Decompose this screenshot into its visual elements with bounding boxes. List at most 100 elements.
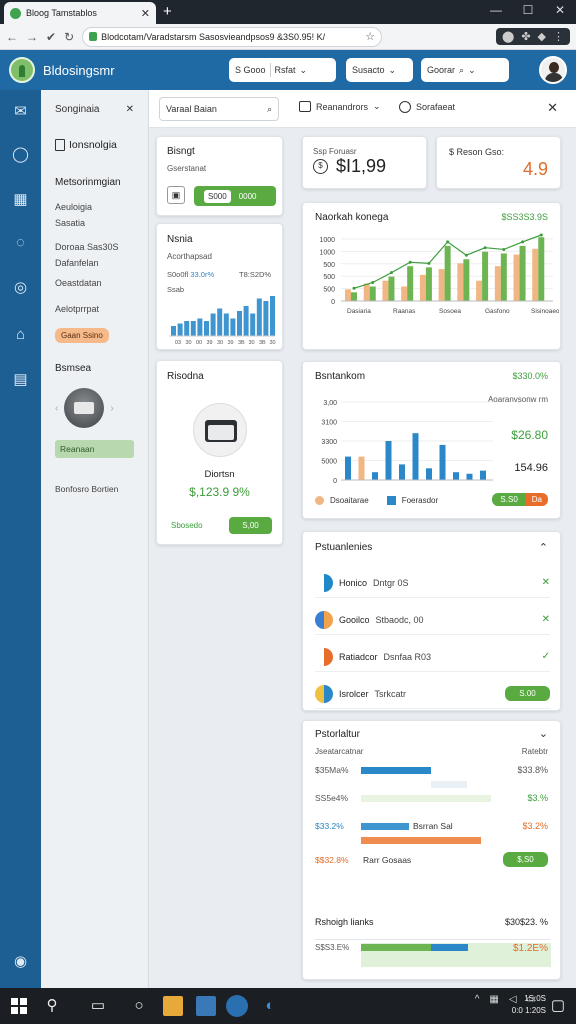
search-icon[interactable]: ⚲: [42, 996, 62, 1016]
close-icon[interactable]: ✕: [126, 104, 134, 115]
chart-2-ytick: 0: [333, 478, 337, 485]
shield-icon[interactable]: ◆: [538, 30, 546, 43]
table-row-right: $3.2%: [522, 821, 548, 831]
bookmark-star-icon[interactable]: ☆: [365, 30, 375, 43]
cortana-icon[interactable]: ○: [129, 996, 149, 1016]
app-logo-icon[interactable]: [9, 57, 35, 83]
maximize-button[interactable]: ☐: [512, 0, 544, 22]
side-doc-item[interactable]: Ionsnolgia: [55, 139, 134, 151]
header-select-3[interactable]: Goorar ⌕ ⌄: [421, 58, 509, 82]
chart-1-ytick: 1000: [319, 237, 335, 244]
side-sub-item[interactable]: Aelotprrpat: [55, 304, 134, 314]
side-item[interactable]: Sasatia: [55, 218, 134, 228]
clock[interactable]: 1S:0S 0:0 1:20S: [512, 993, 546, 1017]
url-field[interactable]: Blodcotam/Varadstarsm Sasosvieandpsos9 &…: [82, 26, 383, 47]
toolbar-dropdown-1[interactable]: Reanandrors ⌄: [299, 101, 381, 112]
message-icon[interactable]: ◌: [11, 233, 30, 252]
mania-card: Nsnia Acorthapsad S0o0fl 33.0r% T8:S2D% …: [156, 223, 283, 350]
chart-2-toggle[interactable]: S.S0 Da: [492, 493, 548, 506]
list-item[interactable]: Isrolcer Tsrkcatr S.00: [315, 679, 550, 709]
side-footer-link[interactable]: Bonfosro Bortien: [55, 484, 134, 494]
dismiss-icon[interactable]: ✓: [542, 651, 550, 662]
user-avatar[interactable]: [539, 56, 567, 84]
chart-2-toggle-a[interactable]: S.S0: [492, 493, 526, 506]
store-icon[interactable]: [196, 996, 216, 1016]
notifications-icon[interactable]: ▢: [548, 996, 568, 1016]
chart-1-legend-label: Sisinoaeo: [531, 308, 559, 315]
close-icon[interactable]: ✕: [547, 100, 558, 116]
budget-toggle[interactable]: S000 0000: [194, 186, 276, 206]
chevron-up-icon[interactable]: ^: [475, 994, 480, 1005]
product-image[interactable]: [193, 403, 247, 457]
extension-icon[interactable]: ⬤: [502, 30, 514, 43]
header-select-1[interactable]: S Gooo Rsfat ⌄: [229, 58, 336, 82]
browser-icon[interactable]: [226, 995, 248, 1017]
chevron-up-icon[interactable]: ⌃: [539, 541, 548, 554]
list-item[interactable]: Honico Dntgr 0S ✕: [315, 568, 550, 598]
side-green-label[interactable]: Reanaan: [55, 440, 134, 458]
support-icon[interactable]: ◎: [11, 278, 30, 297]
check-icon[interactable]: ✔: [46, 30, 56, 44]
mania-axis-label: 30: [270, 340, 276, 346]
file-explorer-icon[interactable]: [163, 996, 183, 1016]
chart-1-bar-orange: [345, 289, 351, 301]
chat-icon[interactable]: ◯: [11, 145, 30, 164]
product-thumbnail[interactable]: [64, 388, 105, 428]
browser-tabbar: Bloog Tamstablos ✕ + — ☐ ✕: [0, 0, 576, 24]
edge-icon[interactable]: ◐: [260, 996, 280, 1016]
list-item[interactable]: Gooilco Stbaodc, 00 ✕: [315, 605, 550, 635]
chart-1-bar-orange: [382, 280, 389, 301]
chart-card-2: Bsntankom $330.0% Aoaranvsonw rm 3,00 310…: [302, 361, 561, 519]
dismiss-icon[interactable]: ✕: [542, 614, 550, 625]
menu-dots-icon[interactable]: ⋮: [553, 30, 564, 43]
chevron-right-icon[interactable]: ›: [110, 403, 113, 414]
list-item[interactable]: Ratiadcor Dsnfaa R03 ✓: [315, 642, 550, 672]
settings-icon[interactable]: ◉: [11, 952, 30, 971]
wallet-icon[interactable]: ▣: [167, 186, 185, 204]
chart-1-ytick: 500: [323, 274, 335, 281]
forward-arrow-icon[interactable]: →: [26, 30, 38, 44]
search-input[interactable]: Varaal Baian ⌕: [159, 97, 279, 121]
side-search[interactable]: Songinaia ✕: [55, 104, 134, 115]
chart-1-bar-green: [519, 245, 526, 301]
list-item-sub: Dntgr 0S: [373, 577, 409, 588]
company-logo-icon: [315, 573, 333, 592]
side-item[interactable]: Dafanfelan: [55, 258, 134, 268]
network-icon[interactable]: ▦: [489, 994, 498, 1005]
minimize-button[interactable]: —: [480, 0, 512, 22]
close-tab-icon[interactable]: ✕: [141, 7, 150, 20]
dismiss-icon[interactable]: ✕: [542, 577, 550, 588]
mania-bar: [217, 308, 223, 336]
table-row-right[interactable]: $,S0: [503, 852, 548, 867]
chart-2-toggle-b[interactable]: Da: [525, 493, 548, 506]
inbox-icon[interactable]: ✉: [11, 102, 30, 121]
chevron-left-icon[interactable]: ‹: [55, 403, 58, 414]
layout-icon[interactable]: ▤: [11, 370, 30, 389]
new-tab-button[interactable]: +: [163, 3, 172, 20]
list-item-sub: Dsnfaa R03: [383, 651, 432, 662]
reload-icon[interactable]: ↻: [64, 30, 74, 44]
close-window-button[interactable]: ✕: [544, 0, 576, 22]
home-icon[interactable]: ⌂: [11, 325, 30, 344]
stat-card-2: $ Reson Gso: 4.9: [436, 136, 561, 189]
side-item[interactable]: Doroaa Sas30S: [55, 242, 134, 252]
back-arrow-icon[interactable]: ←: [6, 30, 18, 44]
chevron-down-icon[interactable]: ⌄: [539, 727, 548, 740]
mania-bar: [177, 323, 183, 336]
toolbar-dropdown-2[interactable]: Sorafaeat: [399, 101, 455, 113]
side-item[interactable]: Aeuloigia: [55, 202, 134, 212]
task-view-icon[interactable]: ▭: [88, 996, 108, 1016]
puzzle-icon[interactable]: ✤: [521, 30, 530, 43]
browser-tab[interactable]: Bloog Tamstablos ✕: [4, 2, 156, 24]
windows-start-icon[interactable]: [11, 998, 27, 1014]
header-select-2[interactable]: Susacto ⌄: [346, 58, 413, 82]
mania-axis-label: 03: [175, 340, 181, 346]
product-title: Risodna: [167, 371, 204, 382]
list-action-button[interactable]: S.00: [505, 686, 550, 701]
product-action-button[interactable]: S,00: [229, 517, 272, 534]
dropdown-2-label: Sorafaeat: [416, 102, 456, 112]
company-logo-icon: [315, 610, 333, 629]
side-tag[interactable]: Gaan Ssino: [55, 328, 109, 343]
dashboard-icon[interactable]: ▦: [11, 190, 30, 209]
side-item[interactable]: Oeastdatan: [55, 278, 134, 288]
